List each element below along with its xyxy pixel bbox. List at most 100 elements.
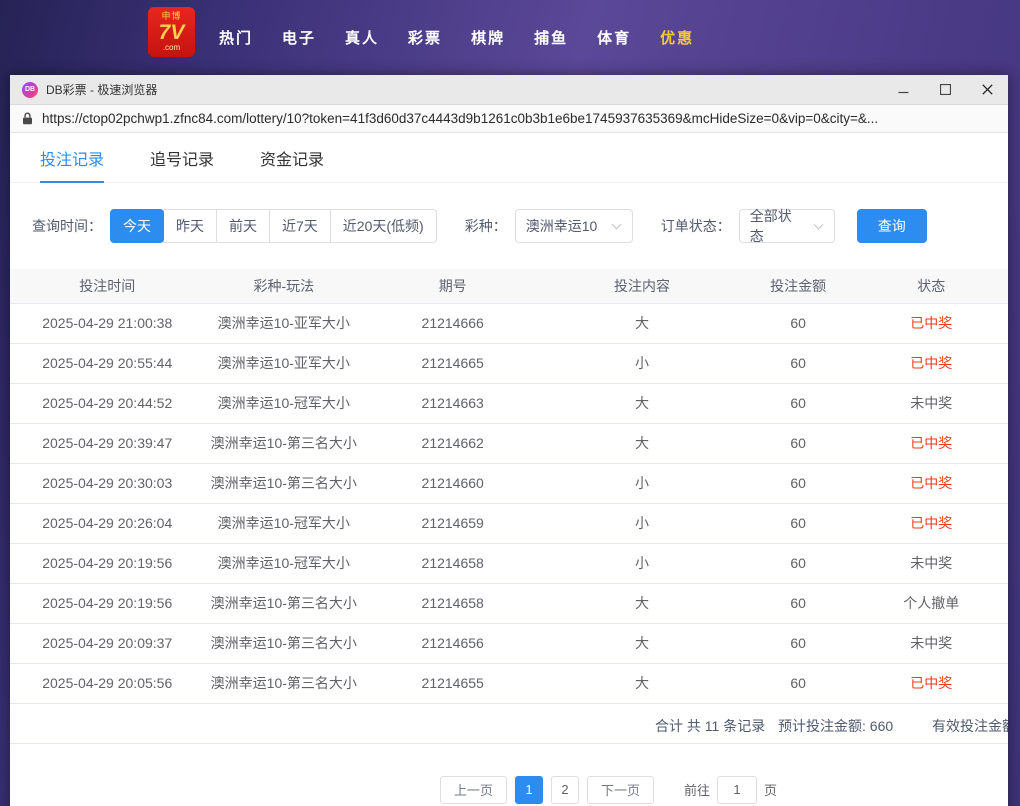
goto-label: 前往 [684,780,710,799]
cell-game: 澳洲幸运10-亚军大小 [204,303,363,343]
address-bar: https://ctop02pchwp1.zfnc84.com/lottery/… [10,104,1008,133]
cell-issue: 21214656 [363,623,542,663]
time-filter-button[interactable]: 前天 [216,209,270,243]
column-header: 彩种-玩法 [204,269,363,303]
time-filter-group: 今天昨天前天近7天近20天(低频) [110,209,437,243]
cell-content: 大 [542,423,742,463]
nav-item[interactable]: 彩票 [408,27,442,48]
site-logo[interactable]: 申博 7V .com [148,7,195,57]
nav-item[interactable]: 真人 [345,27,379,48]
time-filter-button[interactable]: 昨天 [163,209,217,243]
record-count-text: 合计 共 11 条记录 [655,716,765,736]
cell-content: 小 [542,503,742,543]
close-button[interactable] [966,75,1008,104]
table-row: 2025-04-29 20:19:56澳洲幸运10-冠军大小21214658小6… [10,543,1008,583]
lock-icon [22,112,33,125]
goto-unit: 页 [764,780,777,799]
cell-content: 小 [542,543,742,583]
cell-status: 已中奖 [854,463,1008,503]
tab[interactable]: 投注记录 [40,133,104,182]
cell-status: 已中奖 [854,663,1008,703]
cell-status: 已中奖 [854,303,1008,343]
search-button[interactable]: 查询 [857,209,927,243]
cell-amount: 60 [742,663,855,703]
minimize-button[interactable] [882,75,924,104]
table-row: 2025-04-29 20:09:37澳洲幸运10-第三名大小21214656大… [10,623,1008,663]
cell-status: 已中奖 [854,423,1008,463]
url-input[interactable]: https://ctop02pchwp1.zfnc84.com/lottery/… [42,111,996,126]
expected-amount-text: 预计投注金额: 660 [778,716,893,736]
cell-content: 大 [542,303,742,343]
cell-status: 个人撤单 [854,583,1008,623]
tab[interactable]: 追号记录 [150,133,214,182]
time-filter-button[interactable]: 近20天(低频) [330,209,437,243]
time-filter-label: 查询时间： [32,216,102,236]
nav-item[interactable]: 体育 [597,27,631,48]
lottery-page: 投注记录追号记录资金记录 查询时间： 今天昨天前天近7天近20天(低频) 彩种：… [10,133,1008,806]
cell-status: 未中奖 [854,623,1008,663]
cell-amount: 60 [742,303,855,343]
cell-status: 未中奖 [854,383,1008,423]
column-header: 期号 [363,269,542,303]
cell-issue: 21214658 [363,543,542,583]
nav-item[interactable]: 热门 [219,27,253,48]
cell-content: 小 [542,463,742,503]
cell-time: 2025-04-29 20:44:52 [10,383,204,423]
cell-issue: 21214660 [363,463,542,503]
cell-amount: 60 [742,463,855,503]
cell-game: 澳洲幸运10-冠军大小 [204,503,363,543]
cell-game: 澳洲幸运10-冠军大小 [204,383,363,423]
prev-page-button[interactable]: 上一页 [440,776,507,804]
screen: 申博 7V .com 热门 电子 真人 彩票 棋牌 捕鱼 体育 优惠 DB DB彩票 - 极速… [0,0,1020,806]
cell-content: 小 [542,343,742,383]
goto-page-input[interactable] [717,776,757,804]
site-header: 申博 7V .com 热门 电子 真人 彩票 棋牌 捕鱼 体育 优惠 [0,0,1020,75]
cell-amount: 60 [742,383,855,423]
cell-amount: 60 [742,583,855,623]
time-filter-button[interactable]: 今天 [110,209,164,243]
cell-content: 大 [542,623,742,663]
order-status-value: 全部状态 [750,206,805,246]
lottery-select-value: 澳洲幸运10 [526,216,598,236]
maximize-button[interactable] [924,75,966,104]
window-controls [882,75,1008,104]
logo-top-text: 申博 [161,12,181,22]
records-table: 投注时间彩种-玩法期号投注内容投注金额状态 2025-04-29 21:00:3… [10,269,1008,704]
cell-amount: 60 [742,543,855,583]
table-row: 2025-04-29 20:44:52澳洲幸运10-冠军大小21214663大6… [10,383,1008,423]
cell-time: 2025-04-29 20:30:03 [10,463,204,503]
cell-time: 2025-04-29 20:39:47 [10,423,204,463]
cell-content: 大 [542,383,742,423]
nav-item[interactable]: 棋牌 [471,27,505,48]
cell-amount: 60 [742,503,855,543]
table-row: 2025-04-29 20:55:44澳洲幸运10-亚军大小21214665小6… [10,343,1008,383]
cell-issue: 21214662 [363,423,542,463]
cell-game: 澳洲幸运10-第三名大小 [204,623,363,663]
nav-item[interactable]: 电子 [282,27,316,48]
page-number-button[interactable]: 2 [551,776,579,804]
cell-status: 未中奖 [854,543,1008,583]
order-status-select[interactable]: 全部状态 [739,209,835,243]
column-header: 投注内容 [542,269,742,303]
page-number-button[interactable]: 1 [515,776,543,804]
cell-time: 2025-04-29 20:19:56 [10,583,204,623]
page-numbers: 12 [507,776,579,804]
cell-status: 已中奖 [854,503,1008,543]
time-filter-button[interactable]: 近7天 [269,209,331,243]
cell-time: 2025-04-29 20:09:37 [10,623,204,663]
cell-content: 大 [542,583,742,623]
cell-issue: 21214665 [363,343,542,383]
maximize-icon [940,84,951,95]
next-page-button[interactable]: 下一页 [587,776,654,804]
tab[interactable]: 资金记录 [260,133,324,182]
nav-item[interactable]: 优惠 [660,27,694,48]
window-title: DB彩票 - 极速浏览器 [46,81,882,98]
cell-content: 大 [542,663,742,703]
nav-item[interactable]: 捕鱼 [534,27,568,48]
browser-titlebar[interactable]: DB DB彩票 - 极速浏览器 [10,75,1008,104]
records-table-body: 2025-04-29 21:00:38澳洲幸运10-亚军大小21214666大6… [10,303,1008,703]
lottery-select[interactable]: 澳洲幸运10 [515,209,633,243]
summary-bar: 合计 共 11 条记录 预计投注金额: 660 有效投注金额 [10,704,1008,744]
logo-suffix-text: .com [163,44,180,52]
cell-amount: 60 [742,343,855,383]
